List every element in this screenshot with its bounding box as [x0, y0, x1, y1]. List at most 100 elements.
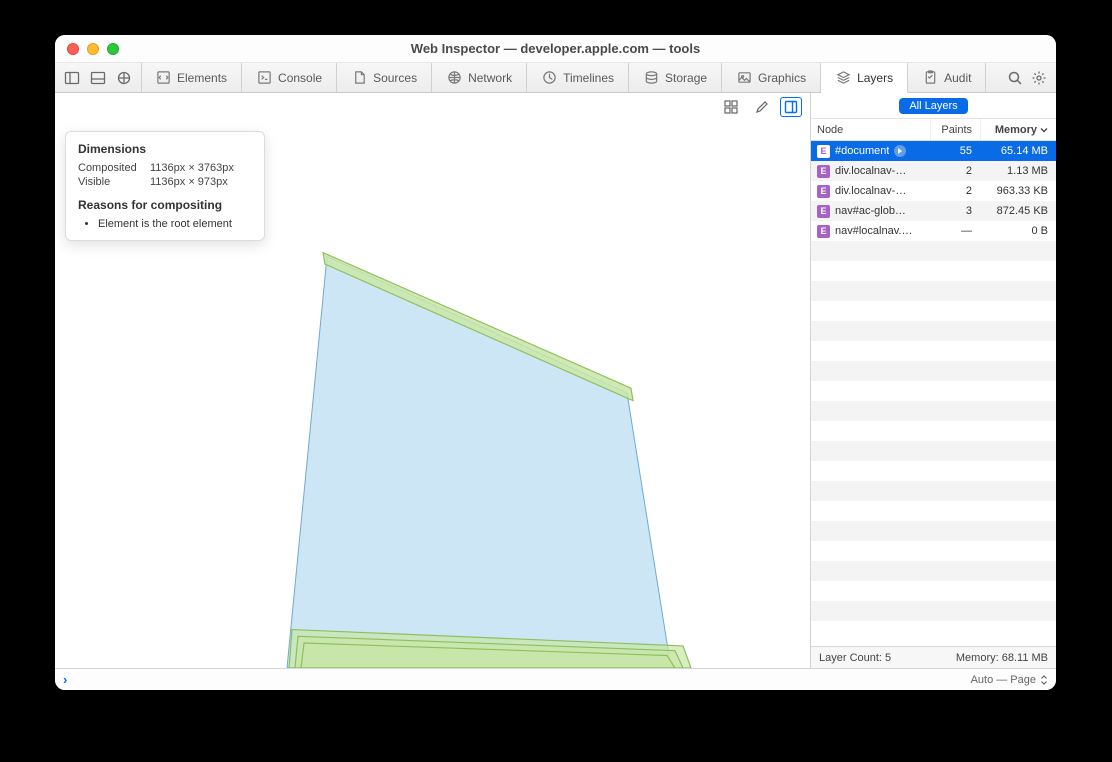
- memory-value: 963.33 KB: [980, 185, 1056, 197]
- empty-row: [811, 621, 1056, 641]
- grid-view-icon[interactable]: [720, 97, 742, 117]
- tab-graphics[interactable]: Graphics: [722, 63, 821, 92]
- layer-row[interactable]: Enav#localnav.… — 0 B: [811, 221, 1056, 241]
- dock-bottom-icon[interactable]: [87, 67, 109, 89]
- composited-label: Composited: [78, 162, 150, 174]
- tab-timelines[interactable]: Timelines: [527, 63, 629, 92]
- layer-row[interactable]: E #document 55 65.14 MB: [811, 141, 1056, 161]
- empty-row: [811, 561, 1056, 581]
- titlebar: Web Inspector — developer.apple.com — to…: [55, 35, 1056, 63]
- minimize-window-button[interactable]: [87, 43, 99, 55]
- tab-label: Storage: [665, 71, 707, 85]
- empty-row: [811, 301, 1056, 321]
- paints-value: 2: [930, 185, 980, 197]
- empty-row: [811, 441, 1056, 461]
- tabs: Elements Console Sources Network Timelin…: [141, 63, 998, 92]
- sidebar-footer: Layer Count: 5 Memory: 68.11 MB: [811, 646, 1056, 668]
- memory-value: 0 B: [980, 225, 1056, 237]
- column-headers: Node Paints Memory: [811, 119, 1056, 141]
- gear-icon[interactable]: [1028, 67, 1050, 89]
- col-node[interactable]: Node: [811, 124, 930, 136]
- reasons-heading: Reasons for compositing: [78, 198, 252, 212]
- element-badge-icon: E: [817, 185, 830, 198]
- tab-label: Timelines: [563, 71, 614, 85]
- total-memory: Memory: 68.11 MB: [956, 652, 1048, 664]
- tab-layers[interactable]: Layers: [821, 63, 908, 93]
- paints-value: 2: [930, 165, 980, 177]
- tab-label: Audit: [944, 71, 971, 85]
- paints-value: 55: [930, 145, 980, 157]
- layer-row[interactable]: Enav#ac-glob… 3 872.45 KB: [811, 201, 1056, 221]
- empty-row: [811, 581, 1056, 601]
- tab-bar: Elements Console Sources Network Timelin…: [55, 63, 1056, 93]
- layer-tooltip: Dimensions Composited1136px × 3763px Vis…: [65, 131, 265, 241]
- tab-label: Graphics: [758, 71, 806, 85]
- empty-row: [811, 421, 1056, 441]
- dock-left-icon[interactable]: [61, 67, 83, 89]
- visible-label: Visible: [78, 176, 150, 188]
- memory-value: 1.13 MB: [980, 165, 1056, 177]
- tab-console[interactable]: Console: [242, 63, 337, 92]
- console-prompt-icon[interactable]: ›: [63, 672, 67, 687]
- tab-label: Sources: [373, 71, 417, 85]
- inspector-window: Web Inspector — developer.apple.com — to…: [55, 35, 1056, 690]
- toggle-sidebar-icon[interactable]: [780, 97, 802, 117]
- go-to-icon[interactable]: [894, 145, 906, 157]
- content-area: Dimensions Composited1136px × 3763px Vis…: [55, 93, 1056, 668]
- tab-network[interactable]: Network: [432, 63, 527, 92]
- element-badge-icon: E: [817, 205, 830, 218]
- paints-value: 3: [930, 205, 980, 217]
- console-bar: › Auto — Page: [55, 668, 1056, 690]
- empty-row: [811, 321, 1056, 341]
- memory-value: 872.45 KB: [980, 205, 1056, 217]
- layer-row[interactable]: Ediv.localnav-… 2 963.33 KB: [811, 181, 1056, 201]
- tab-storage[interactable]: Storage: [629, 63, 722, 92]
- tab-label: Layers: [857, 71, 893, 85]
- tab-label: Elements: [177, 71, 227, 85]
- tab-label: Console: [278, 71, 322, 85]
- chevron-down-icon: [1040, 126, 1048, 134]
- dimensions-heading: Dimensions: [78, 142, 252, 156]
- paint-brush-icon[interactable]: [750, 97, 772, 117]
- element-badge-icon: E: [817, 145, 830, 158]
- chevron-up-down-icon: [1040, 675, 1048, 685]
- empty-row: [811, 241, 1056, 261]
- search-icon[interactable]: [1004, 67, 1026, 89]
- sidebar-scope-bar: All Layers: [811, 93, 1056, 119]
- tab-sources[interactable]: Sources: [337, 63, 432, 92]
- layers-canvas[interactable]: Dimensions Composited1136px × 3763px Vis…: [55, 93, 810, 668]
- tab-elements[interactable]: Elements: [141, 63, 242, 92]
- all-layers-pill[interactable]: All Layers: [899, 98, 967, 114]
- visible-value: 1136px × 973px: [150, 176, 228, 188]
- col-paints[interactable]: Paints: [930, 119, 980, 140]
- node-name: nav#ac-glob…: [835, 205, 906, 217]
- node-name: #document: [835, 145, 889, 157]
- empty-row: [811, 261, 1056, 281]
- empty-row: [811, 481, 1056, 501]
- node-name: div.localnav-…: [835, 165, 906, 177]
- layer-row[interactable]: Ediv.localnav-… 2 1.13 MB: [811, 161, 1056, 181]
- empty-row: [811, 541, 1056, 561]
- element-badge-icon: E: [817, 225, 830, 238]
- tab-audit[interactable]: Audit: [908, 63, 986, 92]
- layers-sidebar: All Layers Node Paints Memory E #document…: [810, 93, 1056, 668]
- empty-row: [811, 381, 1056, 401]
- col-memory[interactable]: Memory: [980, 119, 1056, 140]
- canvas-toolbar: [720, 97, 802, 117]
- empty-row: [811, 601, 1056, 621]
- dock-controls: [55, 63, 141, 92]
- tab-label: Network: [468, 71, 512, 85]
- element-badge-icon: E: [817, 165, 830, 178]
- traffic-lights: [55, 43, 119, 55]
- layer-count: Layer Count: 5: [819, 652, 891, 664]
- context-selector[interactable]: Auto — Page: [971, 674, 1048, 686]
- node-name: div.localnav-…: [835, 185, 906, 197]
- zoom-window-button[interactable]: [107, 43, 119, 55]
- reason-item: Element is the root element: [98, 218, 252, 230]
- close-window-button[interactable]: [67, 43, 79, 55]
- memory-value: 65.14 MB: [980, 145, 1056, 157]
- detach-icon[interactable]: [113, 67, 135, 89]
- empty-row: [811, 281, 1056, 301]
- window-title: Web Inspector — developer.apple.com — to…: [55, 41, 1056, 56]
- empty-row: [811, 361, 1056, 381]
